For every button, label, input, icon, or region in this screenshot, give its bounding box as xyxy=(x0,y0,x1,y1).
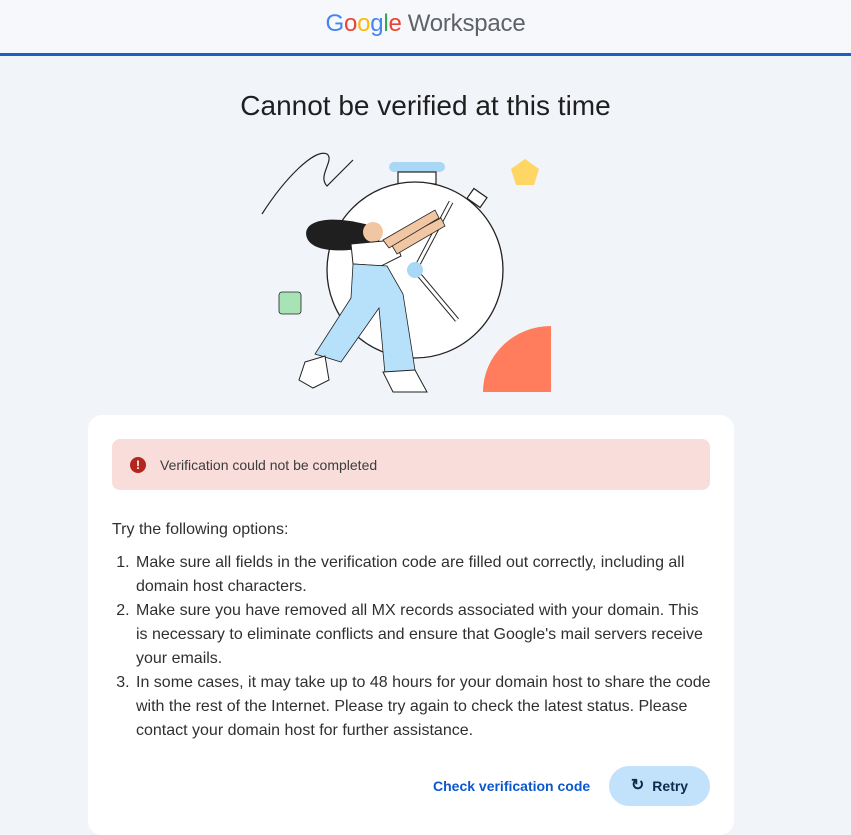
check-verification-code-link[interactable]: Check verification code xyxy=(433,767,590,805)
options-heading: Try the following options: xyxy=(112,521,289,538)
retry-label: Retry xyxy=(652,778,689,794)
retry-button[interactable]: ↻ Retry xyxy=(609,766,710,806)
logo-letter: G xyxy=(325,10,344,37)
options-list: Make sure all fields in the verification… xyxy=(112,551,712,743)
logo-letter: g xyxy=(370,10,384,37)
stopwatch-illustration xyxy=(261,152,551,393)
logo-letter: e xyxy=(388,10,402,37)
google-workspace-logo[interactable]: Google Workspace xyxy=(0,10,851,38)
logo-letter: o xyxy=(343,10,358,37)
page-title: Cannot be verified at this time xyxy=(240,90,611,121)
error-icon: ! xyxy=(130,456,146,473)
logo-product-name: Workspace xyxy=(407,10,526,37)
list-item: In some cases, it may take up to 48 hour… xyxy=(134,671,712,743)
alert-message: Verification could not be completed xyxy=(160,456,378,473)
list-item: Make sure you have removed all MX record… xyxy=(134,599,712,671)
top-header: Google Workspace xyxy=(0,0,851,56)
verification-card: ! Verification could not be completed Tr… xyxy=(88,415,734,835)
logo-letter: o xyxy=(357,10,371,37)
refresh-icon: ↻ xyxy=(630,777,645,794)
list-item: Make sure all fields in the verification… xyxy=(134,551,712,599)
error-alert: ! Verification could not be completed xyxy=(112,439,710,490)
